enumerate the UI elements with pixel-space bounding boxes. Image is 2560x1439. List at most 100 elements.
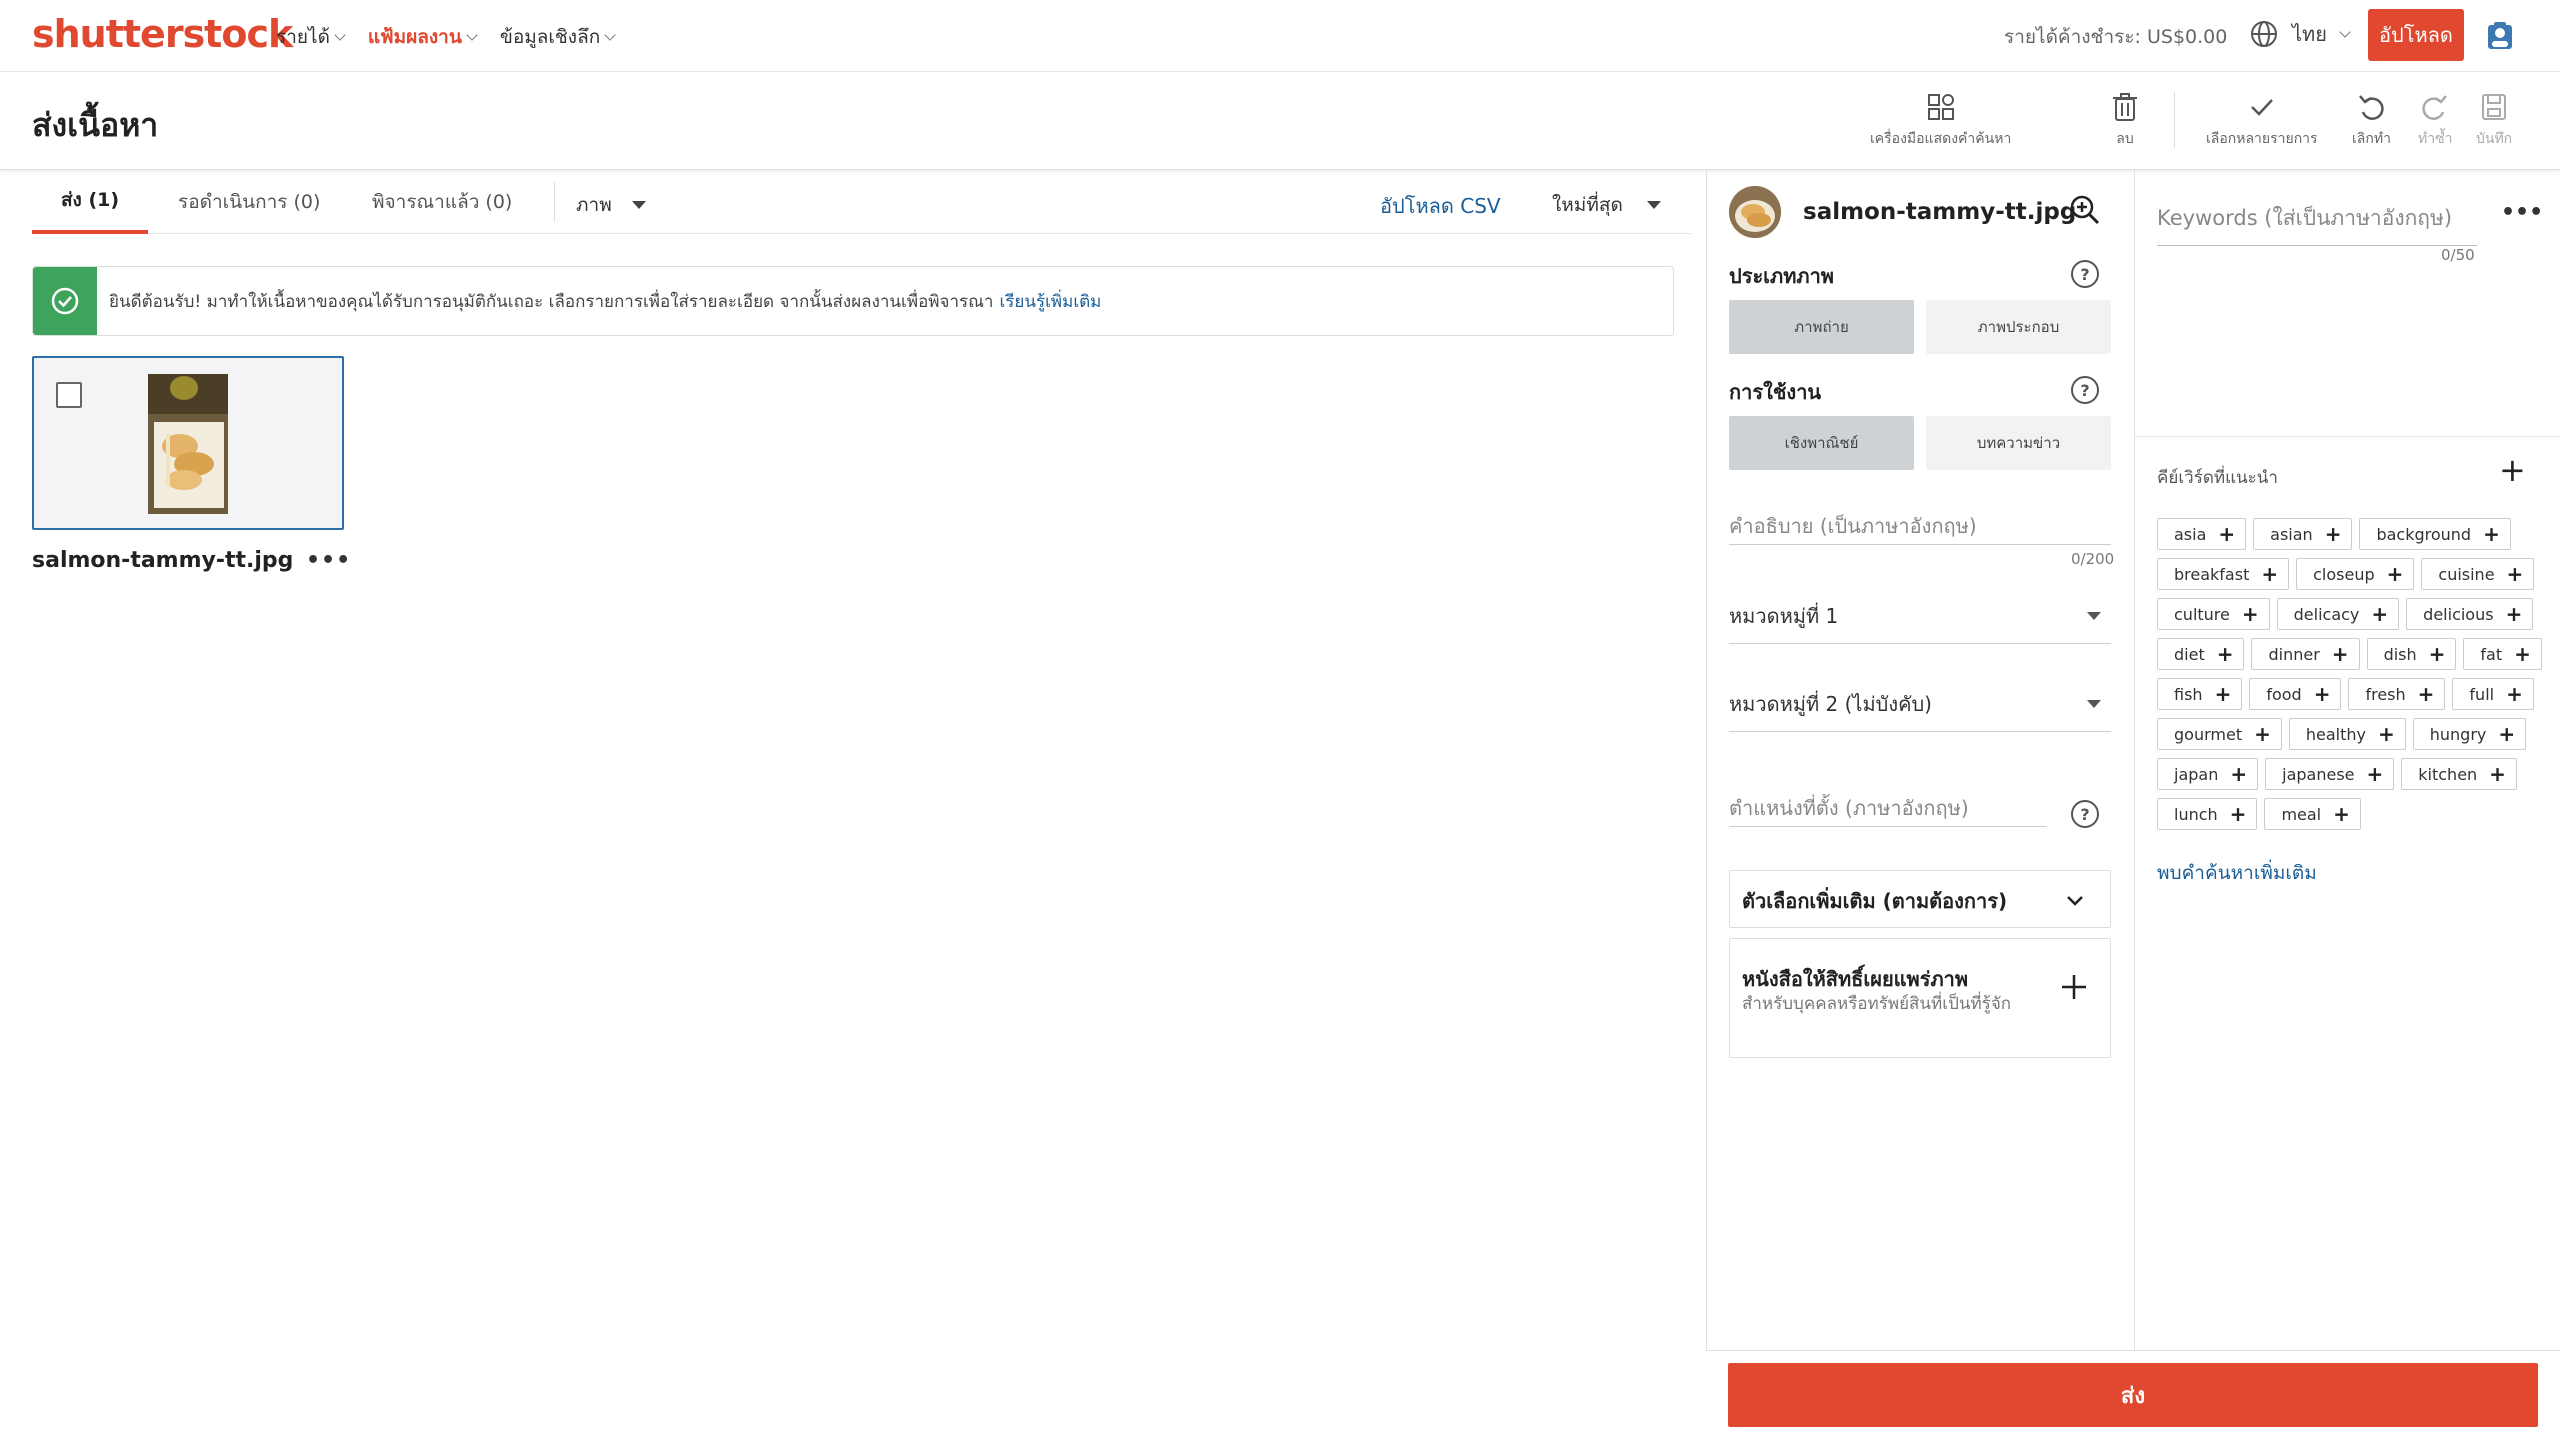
usage-editorial[interactable]: บทความข่าว — [1926, 416, 2111, 470]
keyword-chip[interactable]: asian + — [2253, 518, 2353, 550]
keyword-chip[interactable]: gourmet + — [2157, 718, 2282, 750]
keyword-chip[interactable]: asia + — [2157, 518, 2247, 550]
assets-panel: ส่ง (1) รอดำเนินการ (0) พิจารณาแล้ว (0) … — [0, 170, 1706, 1439]
undo-button[interactable]: เลิกทำ — [2352, 92, 2391, 150]
keyword-tool-label: เครื่องมือแสดงคำค้นหา — [1870, 131, 2012, 147]
plus-icon[interactable] — [2060, 973, 2088, 1001]
keyword-chip[interactable]: food + — [2249, 678, 2342, 710]
keyword-chip[interactable]: meal + — [2264, 798, 2361, 830]
shutterstock-logo[interactable]: shutterstock — [32, 12, 293, 56]
menu-portfolio[interactable]: แฟ้มผลงาน — [368, 22, 478, 52]
keyword-chip[interactable]: cuisine + — [2421, 558, 2535, 590]
asset-checkbox[interactable] — [56, 382, 82, 408]
image-type-photo[interactable]: ภาพถ่าย — [1729, 300, 1914, 354]
asset-thumbnail — [148, 374, 228, 514]
chevron-down-icon — [334, 29, 346, 41]
find-more-keywords-link[interactable]: พบคำค้นหาเพิ่มเติม — [2157, 858, 2317, 888]
keyword-chip-label: breakfast — [2174, 564, 2250, 584]
keyword-chip[interactable]: background + — [2359, 518, 2511, 550]
menu-insights[interactable]: ข้อมูลเชิงลึก — [500, 22, 616, 52]
details-file-header: salmon-tammy-tt.jpg — [1729, 186, 2076, 238]
asset-details-panel: salmon-tammy-tt.jpg ประเภทภาพ ? ภาพถ่าย … — [1706, 170, 2134, 1439]
tab-submit[interactable]: ส่ง (1) — [32, 170, 148, 234]
asset-filename: salmon-tammy-tt.jpg — [32, 548, 294, 573]
chevron-down-icon — [2067, 896, 2083, 906]
upload-button[interactable]: อัปโหลด — [2368, 9, 2464, 61]
delete-button[interactable]: ลบ — [2112, 92, 2138, 150]
plus-icon: + — [2506, 562, 2524, 586]
category2-select[interactable]: หมวดหมู่ที่ 2 (ไม่บังคับ) — [1729, 676, 2111, 732]
add-all-keywords-button[interactable]: + — [2499, 454, 2526, 486]
keyword-chip[interactable]: fresh + — [2348, 678, 2446, 710]
tab-reviewed[interactable]: พิจารณาแล้ว (0) — [372, 170, 512, 234]
image-type-illustration[interactable]: ภาพประกอบ — [1926, 300, 2111, 354]
select-multiple-button[interactable]: เลือกหลายรายการ — [2206, 92, 2318, 150]
keyword-chip-label: delicacy — [2293, 604, 2360, 624]
location-input[interactable]: ตำแหน่งที่ตั้ง (ภาษาอังกฤษ) — [1729, 792, 1969, 824]
usage-commercial[interactable]: เชิงพาณิชย์ — [1729, 416, 1914, 470]
keyword-chip[interactable]: hungry + — [2412, 718, 2527, 750]
upload-csv-link[interactable]: อัปโหลด CSV — [1380, 190, 1501, 222]
image-type-toggle: ภาพถ่าย ภาพประกอบ — [1729, 300, 2111, 354]
help-icon[interactable]: ? — [2071, 260, 2099, 288]
keyword-chip[interactable]: delicacy + — [2276, 598, 2400, 630]
keyword-chip[interactable]: healthy + — [2288, 718, 2406, 750]
page-header: ส่งเนื้อหา เครื่องมือแสดงคำค้นหา ลบ เลือ… — [0, 72, 2560, 170]
keyword-chip[interactable]: kitchen + — [2401, 758, 2517, 790]
globe-icon — [2251, 21, 2277, 47]
keyword-chip[interactable]: japan + — [2157, 758, 2259, 790]
asset-more-options-button[interactable]: ••• — [306, 548, 351, 573]
plus-icon: + — [2333, 802, 2350, 826]
help-icon[interactable]: ? — [2071, 800, 2099, 828]
media-type-select[interactable]: ภาพ — [576, 190, 646, 220]
alert-text: ยินดีต้อนรับ! มาทำให้เนื้อหาของคุณได้รับ… — [109, 288, 1101, 315]
model-release-section[interactable]: หนังสือให้สิทธิ์เผยแพร่ภาพ สำหรับบุคคลหร… — [1729, 938, 2111, 1058]
learn-more-link[interactable]: เรียนรู้เพิ่มเติม — [999, 292, 1101, 312]
keyword-chip[interactable]: japanese + — [2265, 758, 2395, 790]
keyword-tool-button[interactable]: เครื่องมือแสดงคำค้นหา — [1870, 92, 2011, 150]
main-menu: รายได้ แฟ้มผลงาน ข้อมูลเชิงลึก — [276, 22, 616, 52]
keyword-chip[interactable]: lunch + — [2157, 798, 2258, 830]
submit-bar: ส่ง — [1706, 1350, 2560, 1439]
keyword-chip[interactable]: dinner + — [2251, 638, 2360, 670]
redo-button[interactable]: ทำซ้ำ — [2418, 92, 2452, 150]
keyword-chip-label: japan — [2174, 764, 2219, 784]
sort-select[interactable]: ใหม่ที่สุด — [1552, 190, 1661, 220]
keyword-chip[interactable]: breakfast + — [2157, 558, 2290, 590]
zoom-in-icon[interactable] — [2069, 194, 2101, 230]
help-icon[interactable]: ? — [2071, 376, 2099, 404]
tab-pending[interactable]: รอดำเนินการ (0) — [178, 170, 320, 234]
keyword-chip[interactable]: fat + — [2463, 638, 2542, 670]
description-input[interactable]: คำอธิบาย (เป็นภาษาอังกฤษ) — [1729, 510, 1977, 542]
plus-icon: + — [2241, 602, 2259, 626]
plus-icon: + — [2428, 642, 2446, 666]
plus-icon: + — [2230, 762, 2248, 786]
more-options-accordion[interactable]: ตัวเลือกเพิ่มเติม (ตามต้องการ) — [1729, 870, 2111, 928]
submit-button[interactable]: ส่ง — [1728, 1363, 2538, 1427]
save-button[interactable]: บันทึก — [2476, 92, 2512, 150]
keywords-more-options-button[interactable]: ••• — [2501, 200, 2543, 225]
keyword-chip[interactable]: full + — [2452, 678, 2534, 710]
alert-icon-box — [33, 267, 97, 335]
keyword-chip[interactable]: dish + — [2366, 638, 2457, 670]
keyword-chip-label: diet — [2174, 644, 2205, 664]
asset-avatar — [1729, 186, 1781, 238]
keyword-chip[interactable]: fish + — [2157, 678, 2243, 710]
account-icon[interactable] — [2484, 20, 2516, 56]
keyword-chip-label: food — [2266, 684, 2302, 704]
keyword-chip[interactable]: closeup + — [2296, 558, 2415, 590]
keywords-input[interactable]: Keywords (ใส่เป็นภาษาอังกฤษ) — [2157, 202, 2477, 246]
keyword-chip[interactable]: culture + — [2157, 598, 2270, 630]
select-multiple-label: เลือกหลายรายการ — [2206, 131, 2318, 147]
menu-earnings[interactable]: รายได้ — [276, 22, 346, 52]
suggested-keywords-list: asia + asian + background + breakfast + closeup +… — [2157, 518, 2557, 830]
description-underline — [1729, 544, 2111, 545]
language-selector[interactable]: ไทย — [2250, 18, 2351, 50]
keyword-chip[interactable]: delicious + — [2406, 598, 2534, 630]
keyword-chip[interactable]: diet + — [2157, 638, 2245, 670]
description-counter: 0/200 — [2071, 550, 2115, 568]
toolbar-divider — [2174, 92, 2175, 148]
asset-card[interactable] — [32, 356, 344, 530]
plus-icon: + — [2489, 762, 2506, 786]
category1-select[interactable]: หมวดหมู่ที่ 1 — [1729, 588, 2111, 644]
